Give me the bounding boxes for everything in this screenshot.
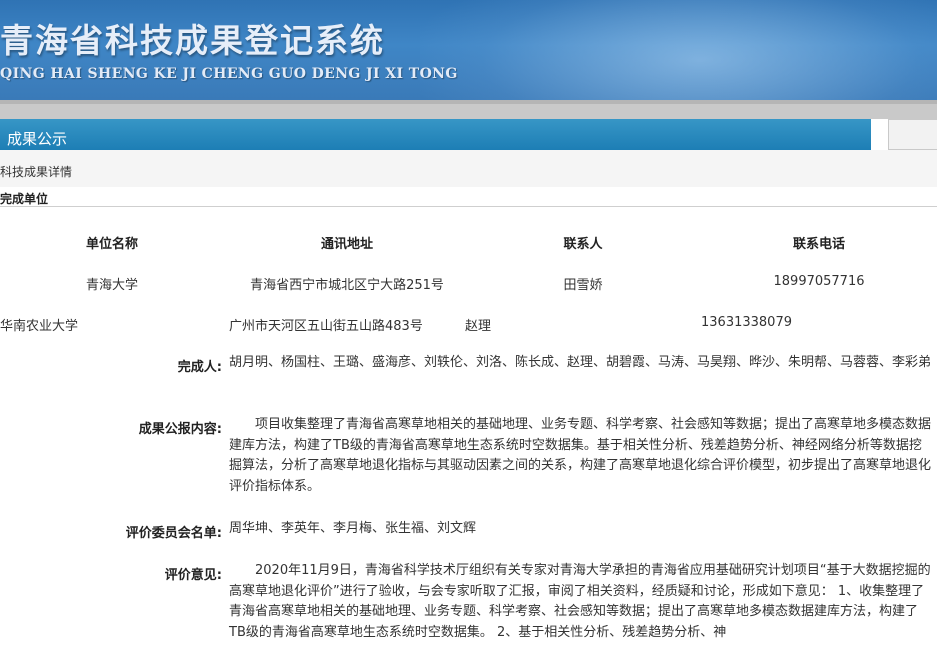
completers-label: 完成人: (177, 360, 222, 375)
side-panel-tab[interactable] (888, 119, 937, 150)
table-header-phone: 联系电话 (792, 237, 846, 252)
opinion-value: 2020年11月9日，青海省科学技术厅组织有关专家对青海大学承担的青海省应用基础… (229, 563, 931, 640)
table-cell-unit-name: 华南农业大学 (0, 319, 79, 334)
committee-label: 评价委员会名单: (125, 526, 222, 541)
summary-label: 成果公报内容: (138, 422, 222, 437)
summary-value: 项目收集整理了青海省高寒草地相关的基础地理、业务专题、科学考察、社会感知等数据；… (229, 417, 932, 494)
header-banner: 青海省科技成果登记系统 QING HAI SHENG KE JI CHENG G… (0, 0, 937, 100)
table-cell-address: 广州市天河区五山街五山路483号 (229, 319, 423, 334)
banner-glow (420, 0, 937, 100)
table-cell-contact: 田雪娇 (563, 278, 603, 293)
detail-header: 科技成果详情 (0, 150, 937, 187)
table-cell-unit-name: 青海大学 (85, 278, 139, 293)
system-title: 青海省科技成果登记系统 (0, 21, 385, 60)
table-header-contact: 联系人 (563, 237, 603, 252)
panel-title: 成果公示 (7, 130, 68, 148)
nav-strip (0, 100, 937, 119)
committee-value: 周华坤、李英年、李月梅、张生福、刘文辉 (229, 521, 477, 536)
detail-title: 科技成果详情 (0, 165, 73, 179)
table-cell-phone: 18997057716 (773, 274, 865, 289)
unit-section-title: 完成单位 (0, 192, 49, 206)
table-header-address: 通讯地址 (320, 237, 374, 252)
completers-value: 胡月明、杨国柱、王璐、盛海彦、刘轶伦、刘洛、陈长成、赵理、胡碧霞、马涛、马昊翔、… (229, 355, 932, 370)
system-title-pinyin: QING HAI SHENG KE JI CHENG GUO DENG JI X… (0, 66, 458, 82)
table-cell-address: 青海省西宁市城北区宁大路251号 (250, 278, 444, 293)
unit-section-header: 完成单位 (0, 188, 937, 207)
table-cell-contact: 赵理 (465, 319, 492, 334)
table-cell-phone: 13631338079 (701, 315, 792, 330)
opinion-label: 评价意见: (164, 568, 222, 583)
table-header-unit-name: 单位名称 (85, 237, 139, 252)
panel-title-bar: 成果公示 (0, 119, 871, 150)
nav-strip-shade (0, 100, 937, 104)
